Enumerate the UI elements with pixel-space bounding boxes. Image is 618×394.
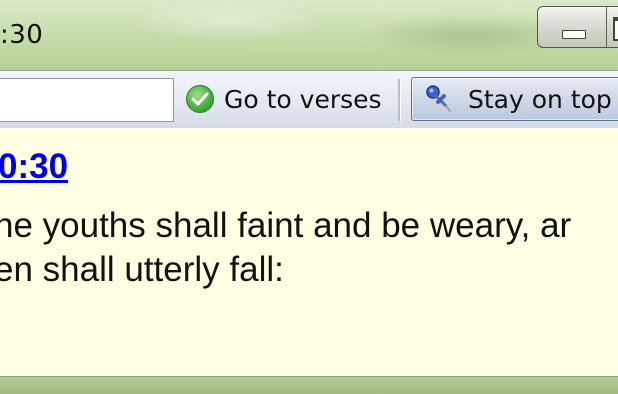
go-to-verses-button[interactable]: Go to verses (180, 79, 390, 119)
minimize-button[interactable] (538, 7, 607, 47)
verse-line: he youths shall faint and be weary, ar (0, 206, 572, 245)
maximize-button[interactable] (607, 7, 618, 47)
verse-panel: 0:30 he youths shall faint and be weary,… (0, 128, 618, 377)
toolbar-separator (398, 79, 401, 121)
toolbar: Go to verses Stay on top (0, 70, 618, 129)
stay-on-top-label: Stay on top (468, 84, 612, 114)
check-circle-icon (186, 85, 214, 113)
window-controls (537, 6, 618, 48)
maximize-icon (613, 17, 618, 41)
go-to-verses-label: Go to verses (224, 84, 382, 114)
verse-line: en shall utterly fall: (0, 250, 284, 289)
title-bar[interactable]: :30 (0, 0, 618, 70)
pin-icon (424, 84, 454, 114)
verse-reference-link[interactable]: 0:30 (0, 147, 68, 187)
stay-on-top-button[interactable]: Stay on top (411, 77, 618, 121)
window-title: :30 (0, 20, 44, 50)
minimize-icon (562, 30, 586, 39)
verse-search-input[interactable] (0, 78, 174, 122)
window-bottom-frame (0, 377, 618, 394)
app-window: :30 Go to verses Stay on top 0:30 he you… (0, 0, 618, 394)
verse-text: he youths shall faint and be weary, ar e… (0, 204, 571, 292)
